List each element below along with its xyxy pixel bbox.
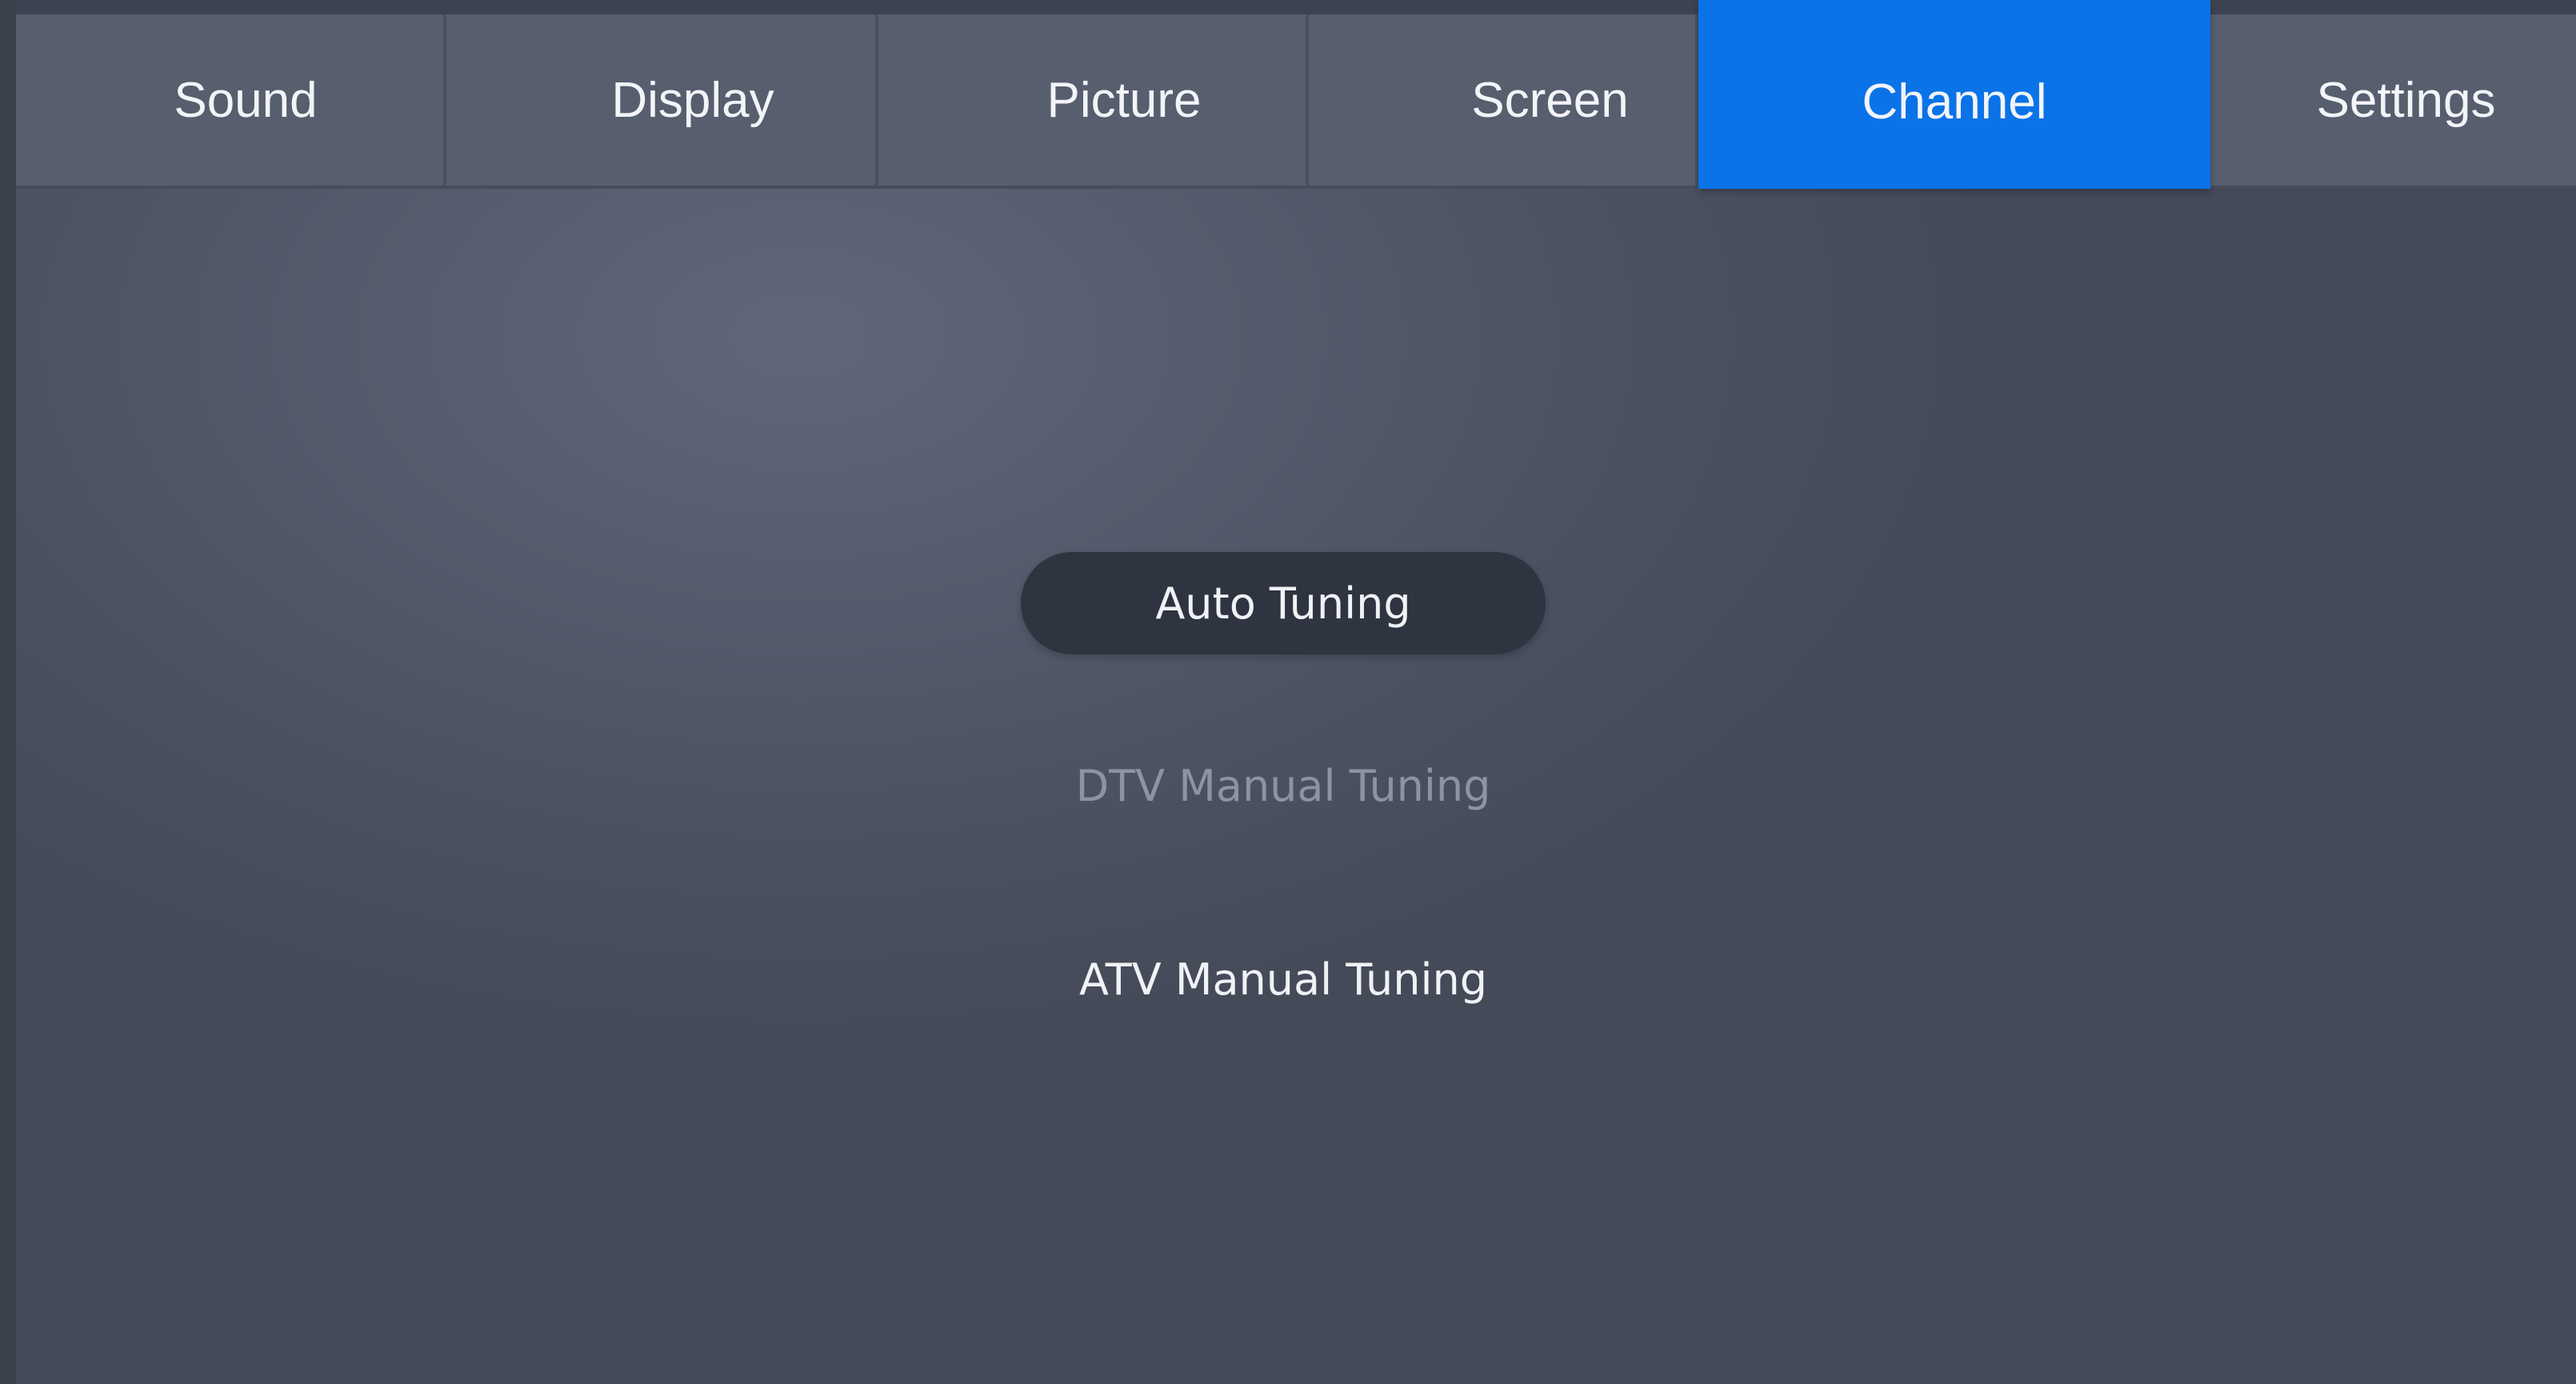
tab-channel[interactable]: Channel: [1698, 0, 2210, 189]
settings-tab-bar: Sound Display Picture Screen Channel Set…: [16, 0, 2576, 189]
auto-tuning-label: Auto Tuning: [1155, 578, 1411, 629]
channel-menu: Auto Tuning DTV Manual Tuning ATV Manual…: [0, 0, 2576, 1384]
tab-settings-label: Settings: [2316, 72, 2496, 128]
tab-channel-label: Channel: [1862, 74, 2047, 130]
tab-display-label: Display: [611, 72, 774, 128]
dtv-manual-tuning-button[interactable]: DTV Manual Tuning: [1021, 734, 1546, 837]
auto-tuning-button[interactable]: Auto Tuning: [1021, 552, 1546, 654]
tv-settings-screen: Sound Display Picture Screen Channel Set…: [0, 0, 2576, 1384]
tab-settings[interactable]: Settings: [2210, 14, 2576, 186]
atv-manual-tuning-button[interactable]: ATV Manual Tuning: [1021, 928, 1546, 1030]
tab-picture-label: Picture: [1046, 72, 1202, 128]
atv-manual-tuning-label: ATV Manual Tuning: [1079, 954, 1487, 1005]
tab-sound-label: Sound: [174, 72, 318, 128]
tab-screen[interactable]: Screen: [1309, 14, 1698, 186]
tab-picture[interactable]: Picture: [878, 14, 1309, 186]
dtv-manual-tuning-label: DTV Manual Tuning: [1075, 760, 1491, 811]
tab-sound[interactable]: Sound: [16, 14, 446, 186]
left-edge: [0, 0, 16, 1384]
tab-display[interactable]: Display: [446, 14, 878, 186]
tab-screen-label: Screen: [1471, 72, 1629, 128]
